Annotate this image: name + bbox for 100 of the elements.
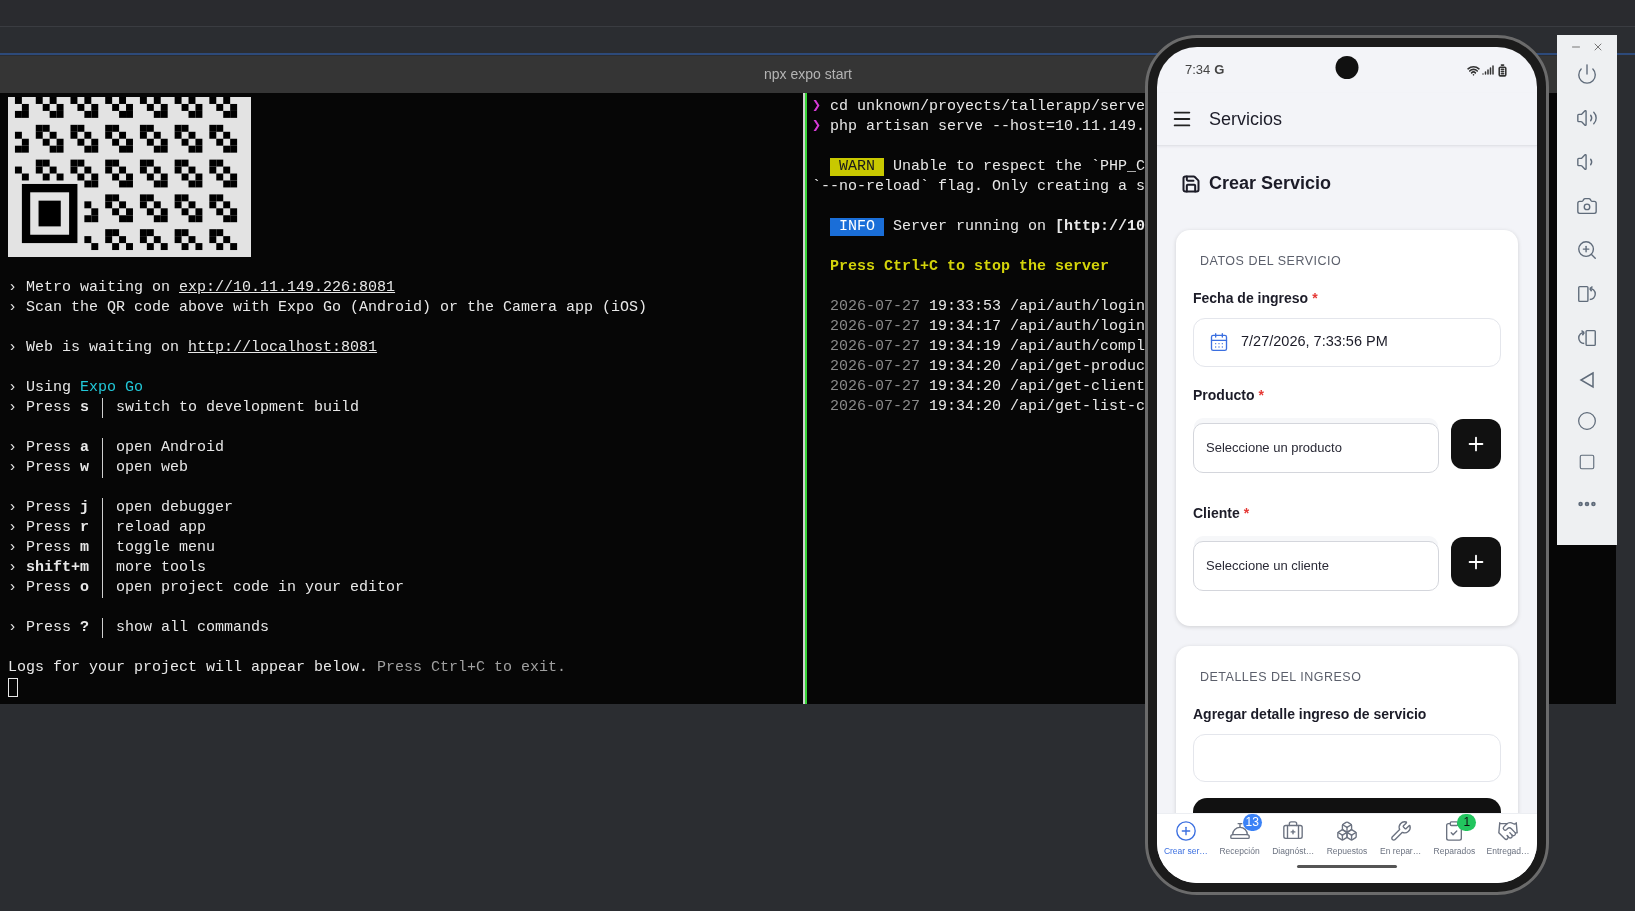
nav-label: Diagnóst… [1272,845,1315,858]
page-title: Crear Servicio [1209,172,1332,195]
terminal-text: Press [26,457,72,478]
log-level-badge: WARN [830,158,884,176]
terminal-text: Press [26,497,72,518]
log-path: /api/auth/compl [1010,336,1146,357]
terminal-text: Press [26,577,72,598]
terminal-text: open debugger [102,498,234,518]
log-time: 19:34:20 [929,356,1002,377]
url-link[interactable]: exp://10.11.149.226:8081 [179,276,396,300]
terminal-text: switch to development build [102,398,360,418]
prompt-chevron: › [8,497,18,518]
prompt-chevron: ❯ [812,96,823,117]
prompt-chevron: ❯ [812,116,823,137]
nav-tab[interactable]: Diagnóst… [1267,814,1320,858]
required-mark: * [1312,288,1318,308]
nav-tab[interactable]: Repuestos [1320,814,1373,858]
window-title: npx expo start [764,65,852,84]
nav-tab[interactable]: En repar… [1374,814,1427,858]
terminal-text: open Android [102,438,225,458]
terminal-text: Web is waiting on [26,337,181,358]
prompt-chevron: › [8,517,18,538]
terminal-text: Press Ctrl+C to exit. [377,657,567,678]
terminal-text: reload app [102,518,206,538]
terminal-text: cd unknown/proyects/tallerapp/serve [830,96,1146,117]
terminal-text: `--no-reload` flag. Only creating a s [812,176,1146,197]
required-mark: * [1258,385,1264,405]
log-date: 2026-07-27 [830,376,920,397]
prompt-chevron: › [8,297,18,318]
log-time: 19:34:20 [929,396,1002,417]
field-label: Cliente [1193,503,1240,523]
shortcut-key: ? [80,616,90,640]
log-date: 2026-07-27 [830,316,920,337]
nav-label: Reparados [1433,845,1476,858]
prompt-chevron: › [8,457,18,478]
terminal-text: Metro waiting on [26,277,172,298]
log-time: 19:34:19 [929,336,1002,357]
field-label: Producto [1193,385,1255,405]
terminal-text: Press [26,517,72,538]
terminal-text: Press [26,437,72,458]
prompt-chevron: › [8,437,18,458]
log-date: 2026-07-27 [830,296,920,317]
terminal-text: Server running on [http://10 [893,216,1146,237]
required-mark: * [1243,503,1250,523]
log-path: /api/auth/login [1010,316,1146,337]
terminal-text: Press [26,537,72,558]
nav-tab[interactable]: 13 Recepción [1213,814,1266,858]
nav-label: Crear ser… [1163,845,1208,858]
log-level-badge: INFO [830,218,884,236]
nav-tab[interactable]: 1 Reparados [1428,814,1481,858]
prompt-chevron: › [8,397,18,418]
nav-label: Repuestos [1326,845,1368,858]
terminal-text: open project code in your editor [102,578,405,598]
nav-tab[interactable]: Crear ser… [1159,814,1212,858]
field-label: Agregar detalle ingreso de servicio [1193,704,1427,724]
select-placeholder: Seleccione un producto [1206,439,1342,457]
prompt-chevron: › [8,537,18,558]
log-date: 2026-07-27 [830,336,920,357]
terminal-text: Using [26,377,72,398]
terminal-text: more tools [102,558,206,578]
header-title: Servicios [1209,107,1283,131]
terminal-text: toggle menu [102,538,216,558]
log-date: 2026-07-27 [830,396,920,417]
date-field[interactable]: 7/27/2026, 7:33:56 PM [1193,317,1501,367]
status-time: 7:34 [1185,61,1211,80]
terminal-text: Scan the QR code above with Expo Go (Android) or the Camera app (iOS) [26,297,648,318]
carrier-glyph: G [1214,61,1225,80]
section-heading: DATOS DEL SERVICIO [1199,253,1343,270]
log-date: 2026-07-27 [830,356,920,377]
select-placeholder: Seleccione un cliente [1206,557,1329,575]
prompt-chevron: › [8,377,18,398]
terminal-text: Press [26,617,72,638]
terminal-text: php artisan serve --host=10.11.149. [830,116,1146,137]
shortcut-key: s [80,396,90,420]
field-label: Fecha de ingreso [1193,288,1309,308]
nav-tab[interactable]: Entregad… [1482,814,1535,858]
date-value: 7/27/2026, 7:33:56 PM [1241,332,1388,352]
log-path: /api/auth/login [1010,296,1146,317]
count-badge: 13 [1242,814,1262,831]
terminal-text: show all commands [102,618,270,638]
log-time: 19:33:53 [929,296,1002,317]
log-time: 19:34:20 [929,376,1002,397]
terminal-text: open web [102,458,188,478]
log-time: 19:34:17 [929,316,1002,337]
terminal-text: Press Ctrl+C to stop the server [830,256,1110,277]
terminal-text: Unable to respect the `PHP_C [893,156,1146,177]
log-path: /api/get-client [1010,376,1146,397]
count-badge: 1 [1457,814,1477,831]
url-link[interactable]: http://localhost:8081 [188,336,378,360]
prompt-chevron: › [8,557,18,578]
nav-label: Recepción [1219,845,1260,858]
prompt-chevron: › [8,577,18,598]
nav-label: En repar… [1380,845,1422,858]
log-path: /api/get-list-c [1010,396,1146,417]
prompt-chevron: › [8,337,18,358]
log-path: /api/get-produc [1010,356,1146,377]
section-heading: DETALLES DEL INGRESO [1199,668,1363,686]
nav-label: Entregad… [1486,845,1530,858]
terminal-text: Press [26,397,72,418]
terminal-text: Expo Go [80,377,144,398]
